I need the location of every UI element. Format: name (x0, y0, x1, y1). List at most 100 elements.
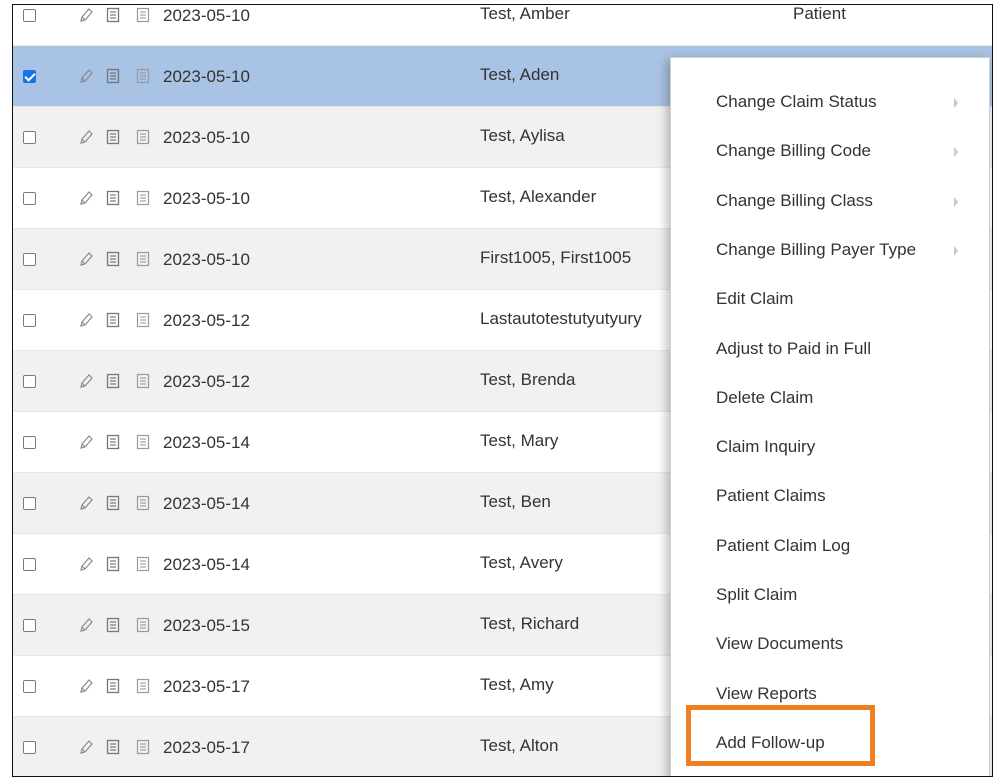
notes-icon[interactable] (136, 739, 150, 755)
document-icon[interactable] (106, 312, 120, 328)
pencil-icon[interactable] (79, 68, 93, 84)
claim-date: 2023-05-17 (163, 738, 250, 757)
row-checkbox[interactable] (23, 497, 36, 510)
menu-item-change-billing-class[interactable]: Change Billing Class (716, 191, 873, 211)
claim-date: 2023-05-14 (163, 555, 250, 574)
menu-item-adjust-to-paid-in-full[interactable]: Adjust to Paid in Full (716, 339, 871, 359)
patient-name: Test, Aylisa (480, 126, 565, 145)
claim-date: 2023-05-14 (163, 494, 250, 513)
claim-date: 2023-05-10 (163, 250, 250, 269)
row-checkbox[interactable] (23, 192, 36, 205)
row-checkbox[interactable] (23, 619, 36, 632)
pencil-icon[interactable] (79, 556, 93, 572)
document-icon[interactable] (106, 495, 120, 511)
chevron-right-icon (954, 196, 958, 207)
document-icon[interactable] (106, 190, 120, 206)
document-icon[interactable] (106, 617, 120, 633)
menu-item-change-claim-status[interactable]: Change Claim Status (716, 92, 877, 112)
pencil-icon[interactable] (79, 373, 93, 389)
row-checkbox[interactable] (23, 558, 36, 571)
document-icon[interactable] (106, 739, 120, 755)
notes-icon[interactable] (136, 617, 150, 633)
row-checkbox[interactable] (23, 375, 36, 388)
notes-icon[interactable] (136, 68, 150, 84)
notes-icon[interactable] (136, 312, 150, 328)
row-checkbox[interactable] (23, 131, 36, 144)
menu-item-delete-claim[interactable]: Delete Claim (716, 388, 813, 408)
patient-name: Test, Amy (480, 675, 554, 694)
row-context-menu: Change Claim Status Change Billing Code Ch… (670, 57, 990, 776)
row-checkbox[interactable] (23, 314, 36, 327)
menu-item-view-documents[interactable]: View Documents (716, 634, 843, 654)
claim-date: 2023-05-14 (163, 433, 250, 452)
patient-name: Test, Aden (480, 65, 560, 84)
notes-icon[interactable] (136, 7, 150, 23)
patient-name: Test, Alexander (480, 187, 597, 206)
document-icon[interactable] (106, 68, 120, 84)
claim-date: 2023-05-10 (163, 189, 250, 208)
chevron-right-icon (954, 98, 958, 108)
notes-icon[interactable] (136, 678, 150, 694)
patient-name: Test, Brenda (480, 370, 576, 389)
row-checkbox[interactable] (23, 680, 36, 693)
menu-item-split-claim[interactable]: Split Claim (716, 585, 797, 605)
claim-date: 2023-05-15 (163, 616, 250, 635)
document-icon[interactable] (106, 678, 120, 694)
notes-icon[interactable] (136, 556, 150, 572)
pencil-icon[interactable] (79, 251, 93, 267)
document-icon[interactable] (106, 373, 120, 389)
claim-date: 2023-05-10 (163, 128, 250, 147)
menu-item-patient-claim-log[interactable]: Patient Claim Log (716, 536, 850, 556)
menu-item-view-reports[interactable]: View Reports (716, 684, 817, 704)
row-checkbox[interactable] (23, 9, 36, 22)
row-checkbox[interactable] (23, 70, 36, 83)
pencil-icon[interactable] (79, 7, 93, 23)
menu-item-change-billing-code[interactable]: Change Billing Code (716, 141, 871, 161)
document-icon[interactable] (106, 434, 120, 450)
menu-item-patient-claims[interactable]: Patient Claims (716, 486, 826, 506)
patient-name: Test, Avery (480, 553, 563, 572)
patient-name: Test, Mary (480, 431, 559, 450)
claims-grid-frame: 2023-05-10 Test, Amber Patient 2023-05-10 Te… (12, 4, 993, 777)
chevron-right-icon (954, 245, 958, 256)
pencil-icon[interactable] (79, 739, 93, 755)
patient-name: Test, Alton (480, 736, 559, 755)
patient-name: Test, Ben (480, 492, 551, 511)
patient-name: Lastautotestutyutyury (480, 309, 642, 328)
patient-name: Test, Amber (480, 4, 570, 23)
row-checkbox[interactable] (23, 436, 36, 449)
pencil-icon[interactable] (79, 495, 93, 511)
claim-date: 2023-05-10 (163, 6, 250, 25)
notes-icon[interactable] (136, 251, 150, 267)
claim-date: 2023-05-12 (163, 372, 250, 391)
menu-item-claim-inquiry[interactable]: Claim Inquiry (716, 437, 815, 457)
claim-date: 2023-05-12 (163, 311, 250, 330)
claim-date: 2023-05-17 (163, 677, 250, 696)
menu-item-change-billing-payer-type[interactable]: Change Billing Payer Type (716, 240, 916, 260)
document-icon[interactable] (106, 129, 120, 145)
payer-type: Patient (793, 4, 846, 23)
chevron-right-icon (954, 147, 958, 158)
pencil-icon[interactable] (79, 312, 93, 328)
pencil-icon[interactable] (79, 129, 93, 145)
pencil-icon[interactable] (79, 434, 93, 450)
patient-name: First1005, First1005 (480, 248, 632, 267)
pencil-icon[interactable] (79, 190, 93, 206)
document-icon[interactable] (106, 7, 120, 23)
menu-item-edit-claim[interactable]: Edit Claim (716, 289, 793, 309)
document-icon[interactable] (106, 556, 120, 572)
notes-icon[interactable] (136, 373, 150, 389)
notes-icon[interactable] (136, 190, 150, 206)
table-row[interactable]: 2023-05-10 Test, Amber Patient (13, 4, 992, 46)
notes-icon[interactable] (136, 129, 150, 145)
document-icon[interactable] (106, 251, 120, 267)
row-checkbox[interactable] (23, 741, 36, 754)
claim-date: 2023-05-10 (163, 67, 250, 86)
patient-name: Test, Richard (480, 614, 580, 633)
notes-icon[interactable] (136, 434, 150, 450)
notes-icon[interactable] (136, 495, 150, 511)
pencil-icon[interactable] (79, 617, 93, 633)
pencil-icon[interactable] (79, 678, 93, 694)
row-checkbox[interactable] (23, 253, 36, 266)
highlight-box (686, 705, 875, 766)
